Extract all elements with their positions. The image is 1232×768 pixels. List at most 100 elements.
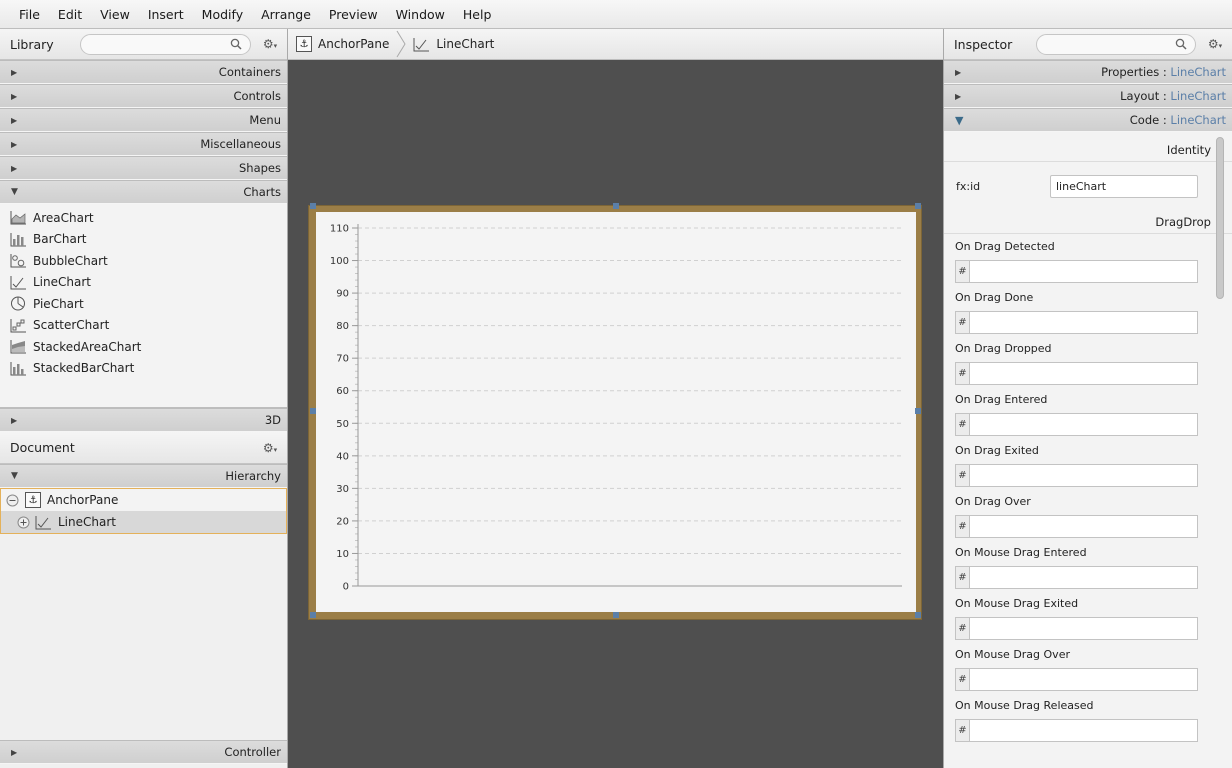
menu-edit[interactable]: Edit xyxy=(49,7,91,22)
resize-handle[interactable] xyxy=(915,408,921,414)
y-tick-label: 60 xyxy=(336,386,349,397)
event-handler-input[interactable] xyxy=(969,413,1198,436)
anchor-pane-icon: ⚓ xyxy=(25,492,41,508)
library-search-input[interactable] xyxy=(80,33,251,55)
code-section-body: Identity fx:id lineChart DragDrop On Dra… xyxy=(944,132,1232,768)
scatter-chart-icon xyxy=(10,318,26,333)
section-miscellaneous[interactable]: ▶ Miscellaneous xyxy=(0,132,287,156)
resize-handle[interactable] xyxy=(613,612,619,618)
event-handler-input[interactable] xyxy=(969,260,1198,283)
bubble-chart-icon xyxy=(10,254,26,268)
event-handler-input[interactable] xyxy=(969,719,1198,742)
hash-prefix: # xyxy=(955,566,969,589)
hash-prefix: # xyxy=(955,413,969,436)
breadcrumb-separator-icon xyxy=(396,30,406,58)
y-tick-label: 10 xyxy=(336,549,349,560)
line-chart[interactable]: 110 100 90 80 70 60 50 40 30 20 10 0 xyxy=(316,212,916,612)
breadcrumb-item-linechart[interactable]: LineChart xyxy=(436,37,494,51)
resize-handle[interactable] xyxy=(915,612,921,618)
library-item-scatterchart[interactable]: ScatterChart xyxy=(0,315,287,337)
fxid-input[interactable]: lineChart xyxy=(1050,174,1198,198)
resize-handle[interactable] xyxy=(310,203,316,209)
area-chart-icon xyxy=(10,211,26,225)
section-controller[interactable]: ▶ Controller xyxy=(0,740,287,764)
library-header: Library ⚙▾ xyxy=(0,29,287,60)
section-charts[interactable]: ▼ Charts xyxy=(0,180,287,204)
hash-prefix: # xyxy=(955,617,969,640)
menu-help[interactable]: Help xyxy=(454,7,501,22)
tree-item-linechart[interactable]: LineChart xyxy=(1,511,286,533)
event-handler-input[interactable] xyxy=(969,464,1198,487)
library-item-barchart[interactable]: BarChart xyxy=(0,229,287,251)
y-tick-label: 110 xyxy=(330,224,349,235)
tree-item-label: AnchorPane xyxy=(47,493,119,507)
event-handler-label: On Drag Entered xyxy=(955,393,1048,406)
anchor-pane-selection[interactable]: 110 100 90 80 70 60 50 40 30 20 10 0 xyxy=(308,205,922,620)
section-hierarchy[interactable]: ▼ Hierarchy xyxy=(0,464,287,488)
event-handler-input[interactable] xyxy=(969,311,1198,334)
library-item-linechart[interactable]: LineChart xyxy=(0,272,287,294)
event-handler-input[interactable] xyxy=(969,515,1198,538)
resize-handle[interactable] xyxy=(310,408,316,414)
menu-modify[interactable]: Modify xyxy=(193,7,252,22)
hash-prefix: # xyxy=(955,311,969,334)
expand-icon[interactable] xyxy=(17,516,30,529)
collapsed-triangle-icon: ▶ xyxy=(11,67,18,77)
event-handler-row: On Drag Over # xyxy=(944,489,1232,540)
stacked-bar-chart-icon xyxy=(10,361,26,376)
event-handler-input[interactable] xyxy=(969,566,1198,589)
library-item-piechart[interactable]: PieChart xyxy=(0,293,287,315)
event-handler-list: On Drag Detected # On Drag Done # On Drag Dr… xyxy=(944,234,1232,744)
event-handler-label: On Drag Dropped xyxy=(955,342,1052,355)
breadcrumb-item-anchorpane[interactable]: AnchorPane xyxy=(318,37,389,51)
inspector-gear-icon[interactable]: ⚙▾ xyxy=(1204,37,1226,51)
event-handler-input[interactable] xyxy=(969,668,1198,691)
hash-prefix: # xyxy=(955,668,969,691)
section-containers[interactable]: ▶ Containers xyxy=(0,60,287,84)
identity-group-title: Identity xyxy=(944,138,1232,162)
section-3d[interactable]: ▶ 3D xyxy=(0,408,287,432)
collapse-icon[interactable] xyxy=(6,494,19,507)
event-handler-label: On Drag Over xyxy=(955,495,1031,508)
resize-handle[interactable] xyxy=(915,203,921,209)
menu-preview[interactable]: Preview xyxy=(320,7,387,22)
menu-insert[interactable]: Insert xyxy=(139,7,193,22)
tree-item-anchorpane[interactable]: ⚓ AnchorPane xyxy=(1,489,286,511)
collapsed-triangle-icon: ▶ xyxy=(11,91,18,101)
section-shapes[interactable]: ▶ Shapes xyxy=(0,156,287,180)
hierarchy-tree: ⚓ AnchorPane LineChart xyxy=(0,488,287,534)
section-menu[interactable]: ▶ Menu xyxy=(0,108,287,132)
library-item-stackedareachart[interactable]: StackedAreaChart xyxy=(0,336,287,358)
section-controls[interactable]: ▶ Controls xyxy=(0,84,287,108)
section-code[interactable]: ▼ Code : LineChart xyxy=(944,108,1232,132)
library-item-stackedbarchart[interactable]: StackedBarChart xyxy=(0,358,287,380)
event-handler-row: On Mouse Drag Released # xyxy=(944,693,1232,744)
document-gear-icon[interactable]: ⚙▾ xyxy=(259,441,281,455)
resize-handle[interactable] xyxy=(613,203,619,209)
event-handler-row: On Mouse Drag Over # xyxy=(944,642,1232,693)
event-handler-label: On Mouse Drag Entered xyxy=(955,546,1087,559)
menu-window[interactable]: Window xyxy=(387,7,454,22)
y-tick-label: 90 xyxy=(336,289,349,300)
inspector-scrollbar[interactable] xyxy=(1216,137,1224,299)
section-properties[interactable]: ▶ Properties : LineChart xyxy=(944,60,1232,84)
pie-chart-icon xyxy=(11,296,25,311)
event-handler-label: On Mouse Drag Released xyxy=(955,699,1094,712)
menu-file[interactable]: File xyxy=(10,7,49,22)
event-handler-input[interactable] xyxy=(969,617,1198,640)
library-item-bubblechart[interactable]: BubbleChart xyxy=(0,250,287,272)
resize-handle[interactable] xyxy=(310,612,316,618)
event-handler-row: On Mouse Drag Exited # xyxy=(944,591,1232,642)
menu-view[interactable]: View xyxy=(91,7,139,22)
inspector-search-input[interactable] xyxy=(1036,33,1196,55)
line-chart-icon xyxy=(413,37,430,51)
event-handler-label: On Mouse Drag Over xyxy=(955,648,1070,661)
library-item-areachart[interactable]: AreaChart xyxy=(0,207,287,229)
section-layout[interactable]: ▶ Layout : LineChart xyxy=(944,84,1232,108)
event-handler-input[interactable] xyxy=(969,362,1198,385)
menu-arrange[interactable]: Arrange xyxy=(252,7,320,22)
library-gear-icon[interactable]: ⚙▾ xyxy=(259,37,281,51)
line-chart-icon xyxy=(10,275,26,290)
y-tick-label: 20 xyxy=(336,516,349,527)
hash-prefix: # xyxy=(955,260,969,283)
